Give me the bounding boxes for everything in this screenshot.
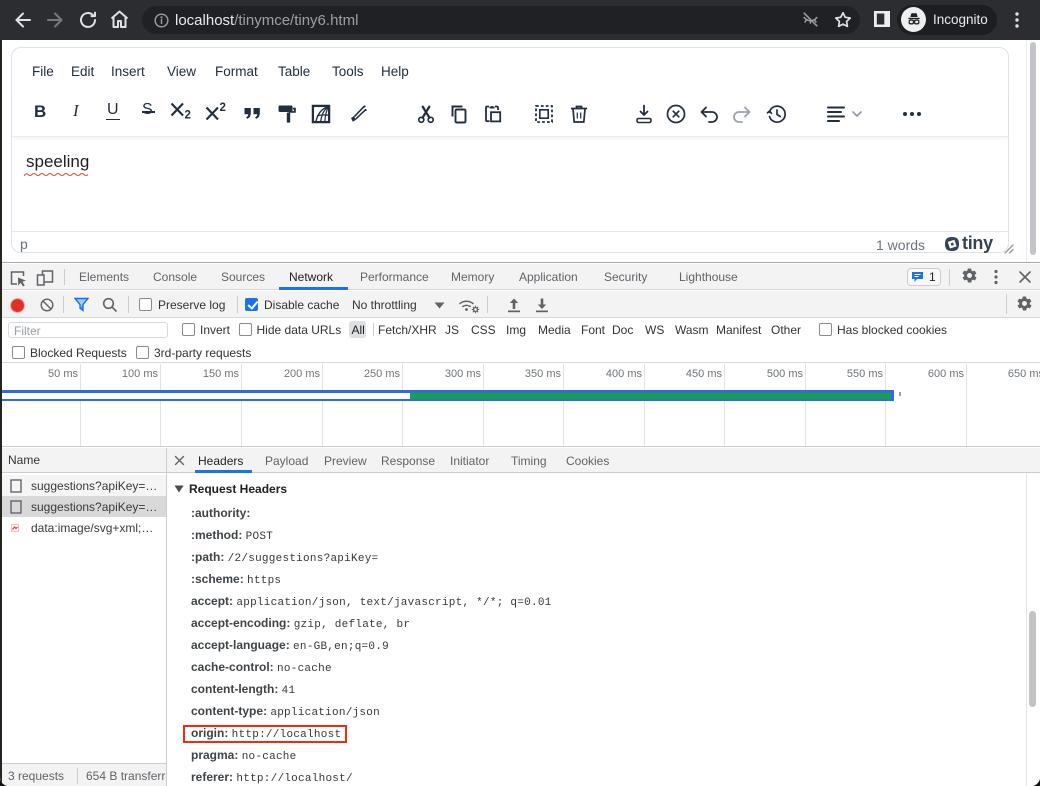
svg-text:2: 2 (185, 110, 191, 122)
svg-text:2: 2 (220, 102, 226, 114)
